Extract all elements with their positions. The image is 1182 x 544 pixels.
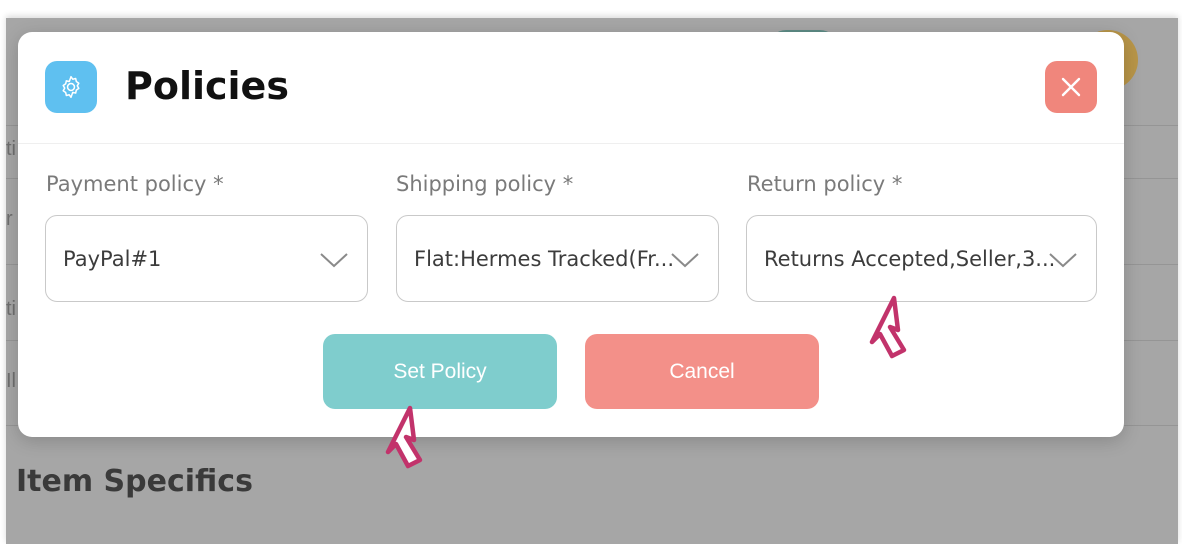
- background-text-fragment: ti: [6, 298, 16, 320]
- chevron-down-icon: [1049, 253, 1077, 268]
- shipping-policy-label: Shipping policy *: [396, 172, 574, 196]
- gear-icon: [45, 61, 97, 113]
- policies-modal: Policies Payment policy * PayPal#1 Shipp…: [18, 32, 1124, 437]
- shipping-policy-value: Flat:Hermes Tracked(Fr...: [414, 247, 674, 271]
- item-specifics-heading: Item Specifics: [16, 464, 253, 499]
- modal-title: Policies: [125, 64, 289, 108]
- payment-policy-value: PayPal#1: [63, 247, 162, 271]
- return-policy-value: Returns Accepted,Seller,3...: [764, 247, 1056, 271]
- return-policy-select[interactable]: Returns Accepted,Seller,3...: [746, 215, 1097, 302]
- chevron-down-icon: [671, 253, 699, 268]
- modal-header: Policies: [18, 32, 1124, 144]
- hand-pointer-icon: [869, 295, 907, 359]
- set-policy-button[interactable]: Set Policy: [323, 334, 557, 409]
- chevron-down-icon: [320, 253, 348, 268]
- background-text-fragment: ti: [6, 138, 16, 160]
- payment-policy-select[interactable]: PayPal#1: [45, 215, 368, 302]
- background-text-fragment: r: [6, 208, 13, 230]
- cancel-button[interactable]: Cancel: [585, 334, 819, 409]
- close-button[interactable]: [1045, 61, 1097, 113]
- hand-pointer-icon: [385, 405, 423, 469]
- return-policy-label: Return policy *: [747, 172, 903, 196]
- shipping-policy-select[interactable]: Flat:Hermes Tracked(Fr...: [396, 215, 719, 302]
- close-icon: [1061, 77, 1081, 97]
- payment-policy-label: Payment policy *: [46, 172, 224, 196]
- background-text-fragment: Il: [6, 370, 16, 392]
